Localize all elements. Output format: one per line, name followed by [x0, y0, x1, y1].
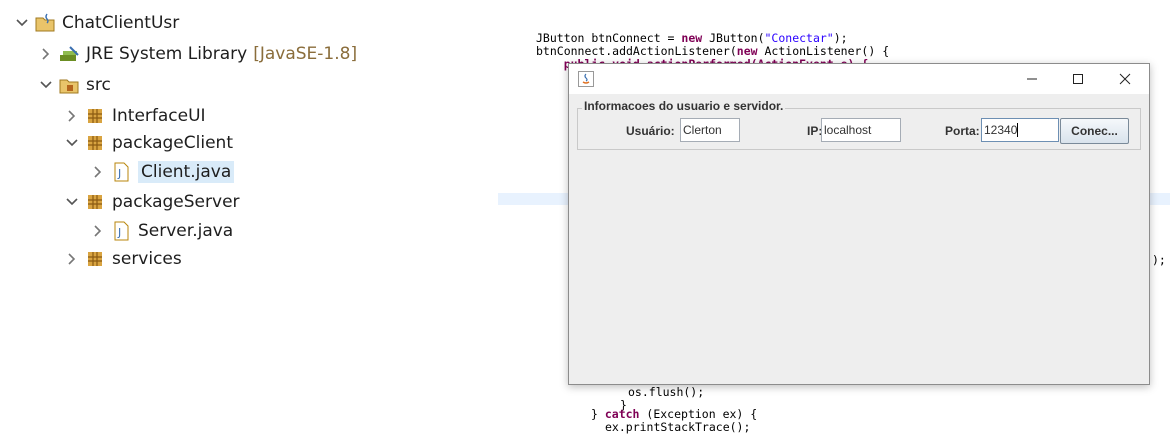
connect-button[interactable]: Conec...: [1060, 118, 1129, 144]
tree-item-project[interactable]: ChatClientUsr: [14, 8, 179, 38]
ip-input[interactable]: localhost: [821, 118, 901, 142]
chat-client-window: Informacoes do usuario e servidor. Usuár…: [568, 63, 1150, 385]
jre-version: [JavaSE-1.8]: [253, 44, 358, 64]
tree-item-packageserver[interactable]: packageServer: [64, 187, 240, 217]
chevron-down-icon[interactable]: [14, 15, 30, 31]
code-line[interactable]: } catch (Exception ex) {: [591, 408, 757, 421]
package-icon: [84, 248, 106, 270]
chevron-down-icon[interactable]: [38, 77, 54, 93]
chevron-right-icon[interactable]: [90, 223, 106, 239]
project-name: ChatClientUsr: [62, 13, 180, 33]
package-icon: [84, 191, 106, 213]
port-label: Porta:: [945, 124, 980, 138]
chevron-right-icon[interactable]: [38, 46, 54, 62]
tree-item-client-java[interactable]: J Client.java: [90, 157, 235, 187]
close-icon: [1119, 73, 1131, 85]
src-label: src: [86, 75, 111, 95]
source-folder-icon: [58, 74, 80, 96]
svg-text:J: J: [117, 226, 121, 239]
maximize-button[interactable]: [1055, 64, 1101, 94]
tree-item-jre[interactable]: JRE System Library [JavaSE-1.8]: [38, 39, 357, 69]
file-label: Client.java: [138, 161, 235, 183]
svg-text:J: J: [117, 167, 121, 180]
package-label: services: [112, 249, 182, 269]
jre-label: JRE System Library: [86, 44, 248, 64]
code-line[interactable]: os.flush();: [628, 386, 704, 399]
java-project-icon: [34, 12, 56, 34]
package-label: InterfaceUI: [112, 106, 206, 126]
tree-item-services[interactable]: services: [64, 244, 182, 274]
maximize-icon: [1073, 74, 1083, 84]
text-caret: [1017, 123, 1019, 137]
window-titlebar[interactable]: [569, 64, 1149, 94]
chevron-right-icon[interactable]: [90, 164, 106, 180]
code-line-fragment[interactable]: );: [1152, 254, 1166, 267]
tree-item-interfaceui[interactable]: InterfaceUI: [64, 101, 206, 131]
chevron-down-icon[interactable]: [64, 135, 80, 151]
library-icon: [58, 43, 80, 65]
code-line[interactable]: ex.printStackTrace();: [605, 421, 750, 434]
chevron-right-icon[interactable]: [64, 108, 80, 124]
package-icon: [84, 105, 106, 127]
project-explorer: ChatClientUsr JRE System Library [JavaSE…: [0, 0, 440, 416]
tree-item-server-java[interactable]: J Server.java: [90, 216, 233, 246]
port-input[interactable]: 12340: [981, 118, 1059, 142]
chevron-down-icon[interactable]: [64, 194, 80, 210]
package-label: packageClient: [112, 133, 233, 153]
minimize-button[interactable]: [1009, 64, 1055, 94]
java-file-icon: J: [110, 220, 132, 242]
file-label: Server.java: [138, 221, 234, 241]
package-icon: [84, 132, 106, 154]
package-label: packageServer: [112, 192, 240, 212]
close-button[interactable]: [1102, 64, 1148, 94]
tree-item-packageclient[interactable]: packageClient: [64, 128, 233, 158]
tree-item-src[interactable]: src: [38, 70, 111, 100]
panel-title: Informacoes do usuario e servidor.: [582, 99, 786, 113]
java-file-icon: J: [110, 161, 132, 183]
minimize-icon: [1027, 78, 1037, 80]
chevron-right-icon[interactable]: [64, 251, 80, 267]
user-input[interactable]: Clerton: [680, 118, 740, 142]
user-label: Usuário:: [626, 124, 675, 138]
java-app-icon: [578, 71, 594, 87]
